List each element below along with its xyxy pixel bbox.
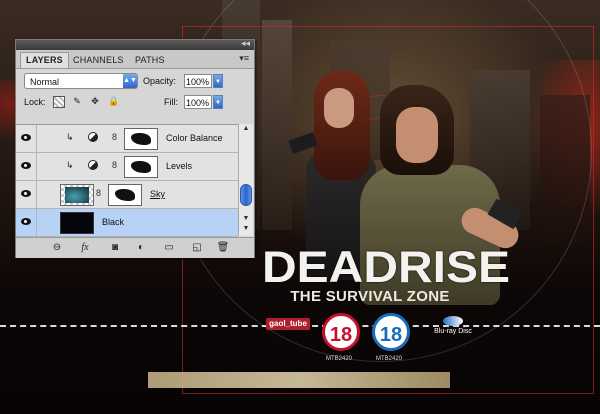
panel-menu-icon[interactable]: ▾≡ [239,53,249,64]
eye-icon [21,162,31,169]
blend-mode-select[interactable]: Normal ▲▼ [24,73,138,89]
opacity-label: Opacity: [143,76,177,86]
layer-name: Sky [150,189,166,199]
adjustment-icon[interactable]: ◐ [134,242,148,254]
eye-icon [21,134,31,141]
layers-panel[interactable]: ◂◂ LAYERS CHANNELS PATHS ▾≡ Normal ▲▼ Op… [15,38,255,258]
lock-label: Lock: [24,97,46,107]
man-figure [340,85,530,385]
bluray-logo-text: Blu-ray Disc [434,328,472,335]
fill-dropdown-icon[interactable]: ▼ [213,95,223,109]
mask-icon[interactable]: ◙ [108,242,122,254]
gold-band [148,372,450,388]
fx-icon[interactable]: fx [78,242,92,254]
lock-row: Lock: ✎ ✥ 🔒 Fill: 100% ▼ [16,91,254,113]
layer-mask-thumbnail[interactable] [108,184,142,206]
bluray-logo: Blu-ray Disc [428,316,478,340]
layer-row-color-balance[interactable]: ↳ 8 Color Balance [16,125,238,153]
bluray-disc-icon [443,316,463,326]
eye-icon [21,190,31,197]
opacity-dropdown-icon[interactable]: ▼ [213,74,223,88]
layer-fill-thumbnail[interactable] [60,212,94,234]
fill-label: Fill: [164,97,178,107]
adjustment-layer-icon [88,160,98,170]
lock-position-icon[interactable]: ✥ [90,96,100,106]
mask-link-icon[interactable]: 8 [112,160,117,170]
adjustment-layer-icon [88,132,98,142]
layer-row-levels[interactable]: ↳ 8 Levels [16,153,238,181]
studio-logo: gaol_tube [266,318,310,330]
mask-link-icon[interactable]: 8 [96,188,101,198]
scroll-down-icon[interactable]: ▼ [240,214,252,224]
ifco-rating-badge: 18 [372,313,410,351]
rating-code-left: MTB2420 [326,356,353,362]
panel-tabs: LAYERS CHANNELS PATHS ▾≡ [16,50,254,69]
mask-link-icon[interactable]: 8 [112,132,117,142]
collapse-panel-icon[interactable]: ◂◂ [241,38,250,49]
scroll-down-icon[interactable]: ▼ [240,224,252,234]
layer-image-thumbnail[interactable] [60,184,94,206]
clipping-arrow-icon: ↳ [66,160,74,170]
blend-row: Normal ▲▼ Opacity: 100% ▼ [16,69,254,91]
layer-mask-thumbnail[interactable] [124,128,158,150]
opacity-input[interactable]: 100% [184,74,212,88]
panel-footer: ⊖ fx ◙ ◐ ▭ ◱ 🗑 [16,237,254,258]
tab-paths[interactable]: PATHS [130,53,170,68]
eye-icon [21,218,31,225]
layer-row-sky[interactable]: 8 Sky [16,181,238,209]
blend-mode-value: Normal [30,77,60,87]
clipping-arrow-icon: ↳ [66,132,74,142]
group-folder-icon[interactable]: ▭ [162,242,176,254]
layer-name: Levels [166,161,193,171]
tab-layers[interactable]: LAYERS [20,52,69,68]
lock-image-icon[interactable]: ✎ [72,96,82,106]
lock-transparent-icon[interactable] [53,96,65,108]
visibility-toggle[interactable] [16,209,37,236]
scrollbar-thumb[interactable] [240,184,252,206]
layer-mask-thumbnail[interactable] [124,156,158,178]
link-icon[interactable]: ⊖ [50,242,64,254]
bbfc-rating-badge: 18 [322,313,360,351]
scroll-up-icon[interactable]: ▲ [240,124,252,134]
tab-channels[interactable]: CHANNELS [68,53,129,68]
layer-name: Black [102,217,125,227]
trash-icon[interactable]: 🗑 [216,242,230,254]
movie-title: DEADRISE [262,243,511,292]
layer-name: Color Balance [166,133,223,143]
new-layer-icon[interactable]: ◱ [190,242,204,254]
lock-all-icon[interactable]: 🔒 [108,96,119,106]
rating-code-right: MTB2420 [376,356,403,362]
layers-scrollbar[interactable]: ▲ ▼ ▼ [238,124,253,236]
select-arrows-icon: ▲▼ [123,74,137,88]
visibility-toggle[interactable] [16,153,37,180]
fill-input[interactable]: 100% [184,95,212,109]
layers-list: ↳ 8 Color Balance ↳ 8 Levels 8 Sky Black [16,124,238,237]
visibility-toggle[interactable] [16,125,37,152]
visibility-toggle[interactable] [16,181,37,208]
movie-subtitle: THE SURVIVAL ZONE [290,288,450,305]
panel-titlebar[interactable]: ◂◂ [16,38,254,50]
layer-row-black[interactable]: Black [16,209,238,237]
